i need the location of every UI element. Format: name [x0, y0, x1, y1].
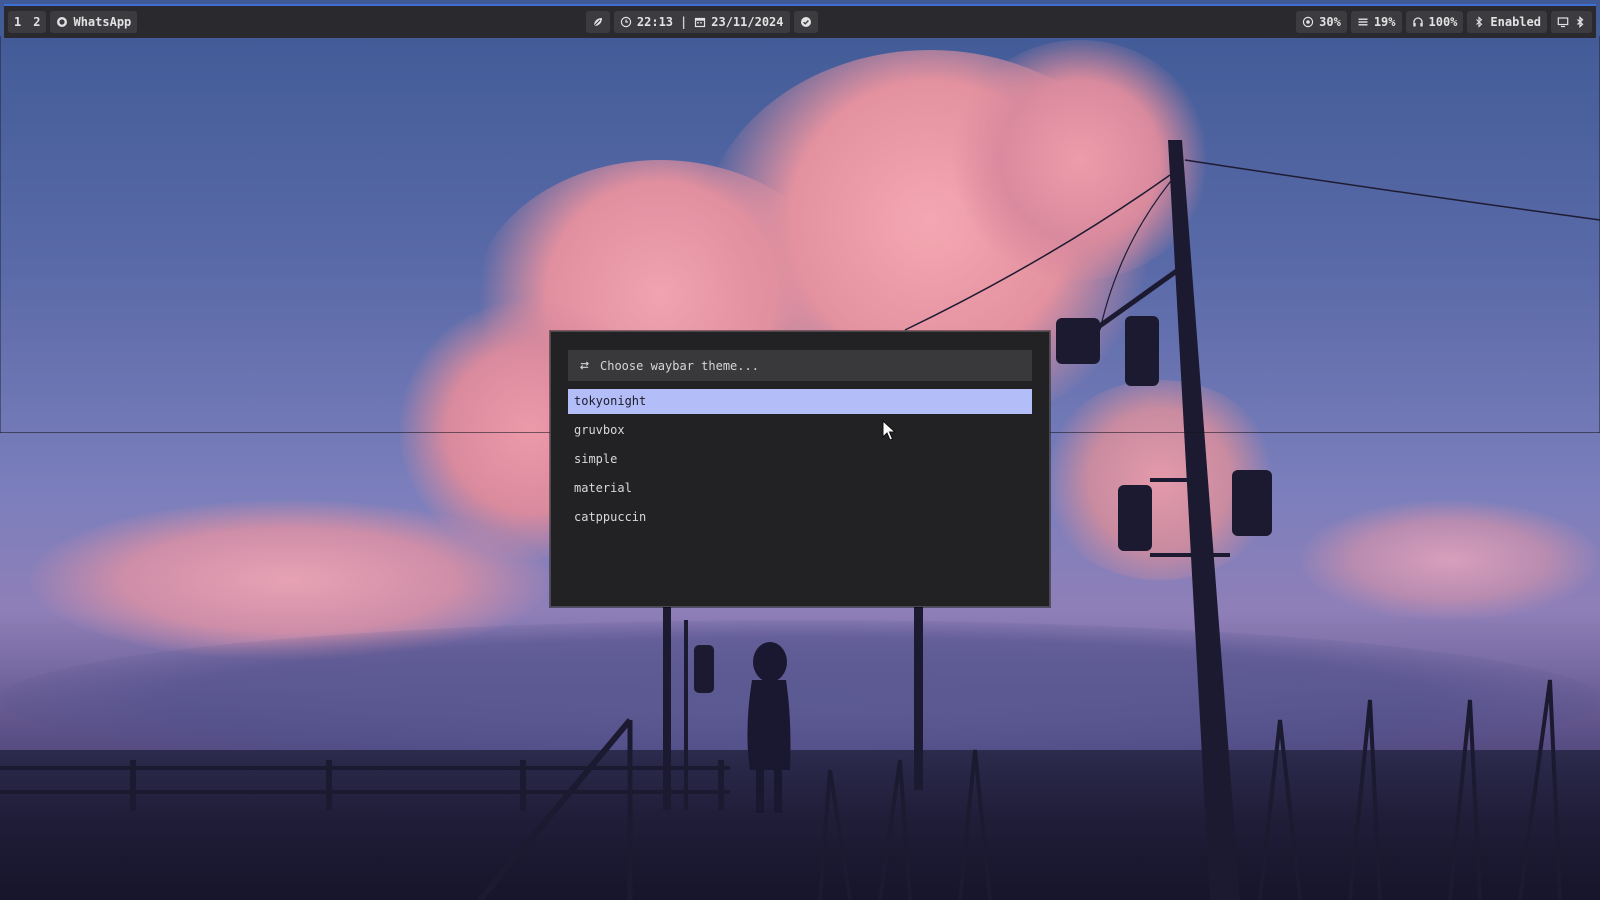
cpu-module[interactable]: 30%	[1296, 11, 1347, 33]
bar-center: 22:13 | 23/11/2024	[582, 11, 822, 33]
theme-option-gruvbox[interactable]: gruvbox	[568, 418, 1032, 443]
clock-separator: |	[680, 15, 688, 29]
monitor-icon[interactable]	[1557, 16, 1569, 28]
workspace-2[interactable]: 2	[27, 11, 46, 33]
clock-icon	[620, 16, 632, 28]
bluetooth-module[interactable]: Enabled	[1467, 11, 1547, 33]
bluetooth-tray-icon[interactable]	[1574, 16, 1586, 28]
workspaces: 1 2	[8, 11, 47, 33]
memory-usage: 19%	[1373, 15, 1396, 29]
clock-time: 22:13	[636, 15, 674, 29]
waybar: 1 2 WhatsApp 22:13 | 23/11/2024 30% 19% …	[4, 4, 1596, 38]
active-window-title: WhatsApp	[73, 15, 132, 29]
tray-module	[1550, 11, 1592, 33]
headphones-icon	[1412, 16, 1424, 28]
weather-module[interactable]	[585, 11, 610, 33]
bluetooth-icon	[1473, 16, 1485, 28]
bar-left: 1 2 WhatsApp	[4, 11, 141, 33]
whatsapp-icon	[56, 16, 68, 28]
theme-chooser-dialog: Choose waybar theme... tokyonight gruvbo…	[550, 331, 1050, 607]
check-circle-icon	[800, 16, 812, 28]
prompt-text: Choose waybar theme...	[600, 358, 759, 373]
bar-right: 30% 19% 100% Enabled	[1292, 11, 1596, 33]
cpu-icon	[1302, 16, 1314, 28]
cpu-usage: 30%	[1319, 15, 1341, 29]
theme-option-catppuccin[interactable]: catppuccin	[568, 505, 1032, 530]
theme-option-material[interactable]: material	[568, 476, 1032, 501]
clock-date: 23/11/2024	[711, 15, 784, 29]
theme-list: tokyonight gruvbox simple material catpp…	[568, 389, 1032, 534]
bluetooth-status: Enabled	[1490, 15, 1541, 29]
clock-module[interactable]: 22:13 | 23/11/2024	[613, 11, 790, 33]
memory-icon	[1357, 16, 1369, 28]
mouse-cursor-icon	[882, 420, 897, 441]
notification-module[interactable]	[793, 11, 818, 33]
active-window[interactable]: WhatsApp	[50, 11, 138, 33]
volume-level: 100%	[1428, 15, 1458, 29]
calendar-icon	[694, 16, 706, 28]
leaf-icon	[592, 16, 604, 28]
workspace-1[interactable]: 1	[8, 11, 27, 33]
memory-module[interactable]: 19%	[1350, 11, 1402, 33]
volume-module[interactable]: 100%	[1405, 11, 1464, 33]
swap-arrows-icon	[578, 360, 590, 372]
theme-option-tokyonight[interactable]: tokyonight	[568, 389, 1032, 414]
theme-option-simple[interactable]: simple	[568, 447, 1032, 472]
theme-search-input[interactable]: Choose waybar theme...	[568, 350, 1032, 381]
